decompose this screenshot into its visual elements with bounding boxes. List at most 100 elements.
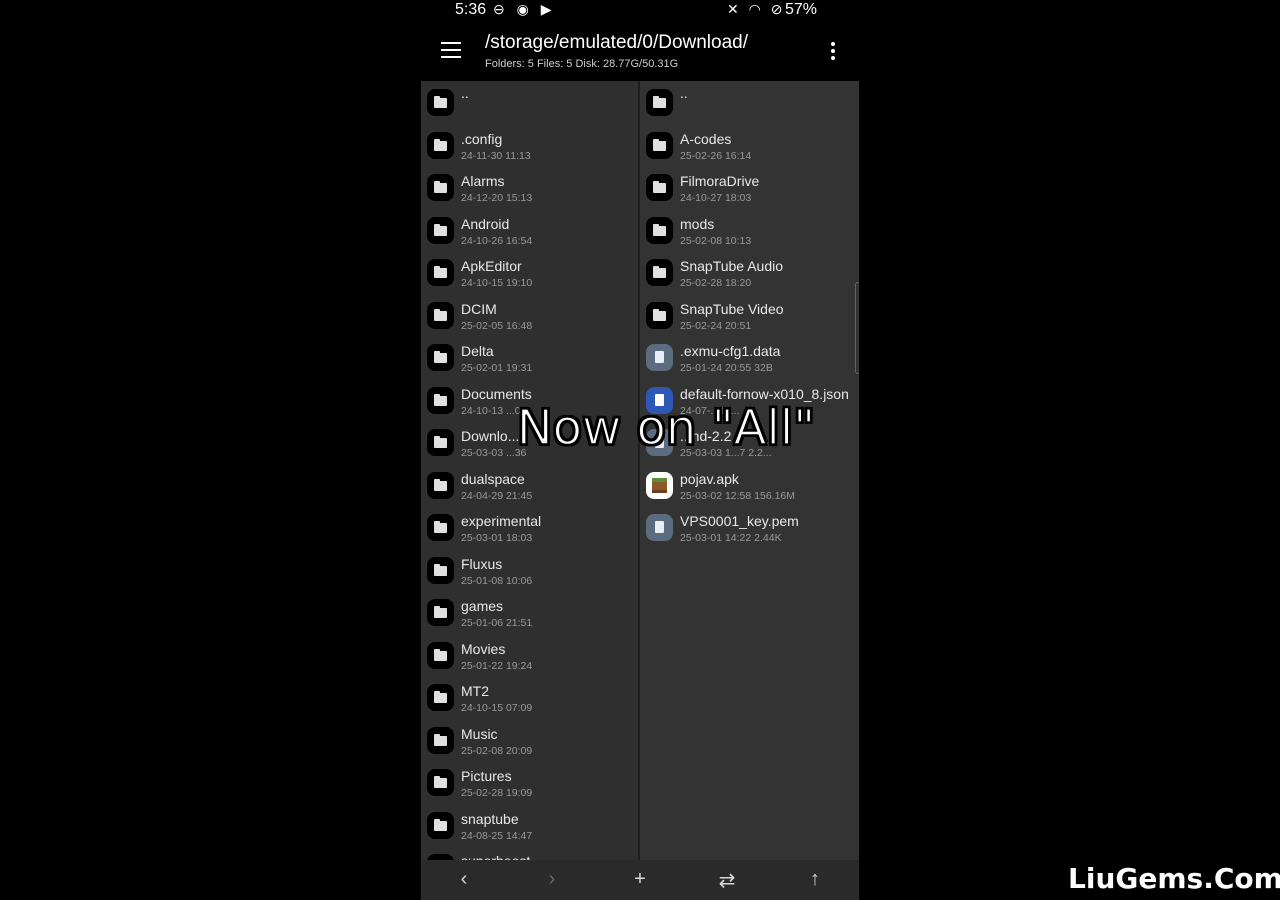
swap-panes-button[interactable]: ⇄ [712, 868, 742, 893]
folder-row[interactable]: MT2 24-10-15 07:09 [421, 676, 638, 719]
more-options-icon[interactable] [831, 42, 835, 63]
folder-row[interactable]: snaptube 24-08-25 14:47 [421, 804, 638, 847]
item-name: .config [461, 130, 503, 147]
folder-icon [427, 174, 454, 201]
folder-icon [427, 726, 454, 754]
folder-row[interactable]: Android 24-10-26 16:54 [421, 209, 638, 252]
item-meta: 24-10-15 07:09 [461, 702, 533, 714]
item-name: superboost [461, 853, 530, 860]
forward-button[interactable]: › [537, 868, 567, 891]
item-name: Movies [461, 640, 506, 657]
folder-row[interactable]: ApkEditor 24-10-15 19:10 [421, 251, 638, 294]
folder-row[interactable]: Movies 25-01-22 19:24 [421, 634, 638, 677]
file-row[interactable]: .exmu-cfg1.data 25-01-24 20:55 32B [640, 336, 859, 379]
item-name: pojav.apk [680, 470, 739, 487]
folder-row[interactable]: A-codes 25-02-26 16:14 [640, 124, 859, 167]
item-name: dualspace [461, 470, 525, 487]
folder-row[interactable]: FilmoraDrive 24-10-27 18:03 [640, 166, 859, 209]
folder-icon [427, 599, 454, 626]
folder-icon [427, 344, 454, 371]
item-meta: 25-02-05 16:48 [461, 319, 533, 332]
item-meta: 25-02-24 20:51 [680, 319, 752, 332]
item-name: .exmu-cfg1.data [680, 343, 781, 359]
item-name: .. [680, 85, 688, 101]
parent-directory-row[interactable]: .. [640, 81, 859, 124]
folder-icon [427, 514, 454, 541]
file-row[interactable]: VPS0001_key.pem 25-03-01 14:22 2.44K [640, 506, 859, 549]
folder-row[interactable]: Alarms 24-12-20 15:13 [421, 166, 638, 209]
parent-directory-row[interactable]: .. [421, 81, 638, 124]
status-time: 5:36 [455, 1, 487, 18]
item-name: Alarms [461, 173, 505, 189]
folder-row[interactable]: dualspace 24-04-29 21:45 [421, 464, 638, 507]
item-name: DCIM [461, 300, 497, 317]
scroll-handle[interactable] [855, 282, 859, 374]
folder-row[interactable]: Music 25-02-08 20:09 [421, 719, 638, 762]
folder-icon [646, 89, 673, 116]
menu-icon[interactable] [441, 42, 461, 58]
item-name: FilmoraDrive [680, 173, 760, 189]
right-file-pane[interactable]: .. A-codes 25-02-26 16:14 FilmoraDrive 24-10… [640, 81, 859, 860]
item-meta: 25-03-01 14:22 2.44K [680, 532, 782, 544]
folder-row[interactable]: superboost [421, 846, 638, 860]
status-bar: 5:36 ⊖ ◉ ▶ ✕ ◠ ⊘ 57% [421, 0, 859, 22]
item-name: SnapTube Audio [680, 258, 784, 274]
folder-row[interactable]: Fluxus 25-01-08 10:06 [421, 549, 638, 592]
item-name: experimental [461, 513, 542, 529]
folder-row[interactable]: experimental 25-03-01 18:03 [421, 506, 638, 549]
battery-level: 57% [785, 1, 818, 18]
file-icon [646, 344, 673, 371]
folder-row[interactable]: games 25-01-06 21:51 [421, 591, 638, 634]
parent-folder-button[interactable]: ↑ [800, 868, 830, 891]
item-meta: 25-03-01 18:03 [461, 532, 533, 544]
folder-row[interactable]: SnapTube Video 25-02-24 20:51 [640, 294, 859, 337]
folder-icon [646, 259, 673, 286]
folder-row[interactable]: Delta 25-02-01 19:31 [421, 336, 638, 379]
folder-row[interactable]: mods 25-02-08 10:13 [640, 209, 859, 252]
back-button[interactable]: ‹ [449, 868, 479, 891]
item-name: Android [461, 215, 510, 232]
file-row[interactable]: pojav.apk 25-03-02 12:58 156.16M [640, 464, 859, 507]
item-name: games [461, 598, 504, 614]
item-name: .. [461, 85, 469, 101]
folder-row[interactable]: SnapTube Audio 25-02-28 18:20 [640, 251, 859, 294]
video-caption: Now on "All" [516, 399, 816, 457]
item-meta: 25-01-06 21:51 [461, 617, 533, 629]
folder-icon [427, 684, 454, 711]
folder-icon [427, 769, 454, 796]
file-icon [646, 514, 673, 541]
item-meta: 24-10-26 16:54 [461, 234, 533, 247]
item-meta: 24-08-25 14:47 [461, 829, 533, 842]
left-file-pane[interactable]: .. .config 24-11-30 11:13 Alarms 24-12-20 15… [421, 81, 638, 860]
item-name: VPS0001_key.pem [680, 513, 799, 529]
folder-icon [427, 811, 454, 839]
add-button[interactable]: + [625, 868, 655, 891]
folder-row[interactable]: DCIM 25-02-05 16:48 [421, 294, 638, 337]
folder-icon [427, 301, 454, 329]
folder-row[interactable]: .config 24-11-30 11:13 [421, 124, 638, 167]
folder-icon [646, 301, 673, 329]
system-status-icons: ✕ ◠ ⊘ [727, 1, 786, 17]
folder-icon [427, 641, 454, 669]
storage-info: Folders: 5 Files: 5 Disk: 28.77G/50.31G [485, 58, 679, 70]
folder-icon [646, 131, 673, 159]
folder-icon [646, 174, 673, 201]
folder-icon [646, 216, 673, 244]
apk-icon [646, 471, 673, 499]
folder-row[interactable]: Pictures 25-02-28 19:09 [421, 761, 638, 804]
item-meta: 25-02-28 19:09 [461, 787, 533, 799]
item-meta: 25-02-26 16:14 [680, 149, 752, 162]
item-meta: 25-02-08 20:09 [461, 744, 533, 757]
folder-icon [427, 89, 454, 116]
item-meta: 24-10-15 19:10 [461, 277, 533, 289]
site-watermark: LiuGems.Com [1068, 862, 1280, 895]
item-name: snaptube [461, 810, 519, 827]
folder-icon [427, 471, 454, 499]
item-meta: 25-01-24 20:55 32B [680, 362, 773, 374]
item-meta: 25-01-08 10:06 [461, 574, 533, 587]
bottom-toolbar: ‹ › + ⇄ ↑ [421, 860, 859, 900]
item-name: ApkEditor [461, 258, 522, 274]
item-meta: 24-12-20 15:13 [461, 192, 533, 204]
item-name: mods [680, 215, 715, 232]
item-meta: 25-02-01 19:31 [461, 362, 533, 374]
